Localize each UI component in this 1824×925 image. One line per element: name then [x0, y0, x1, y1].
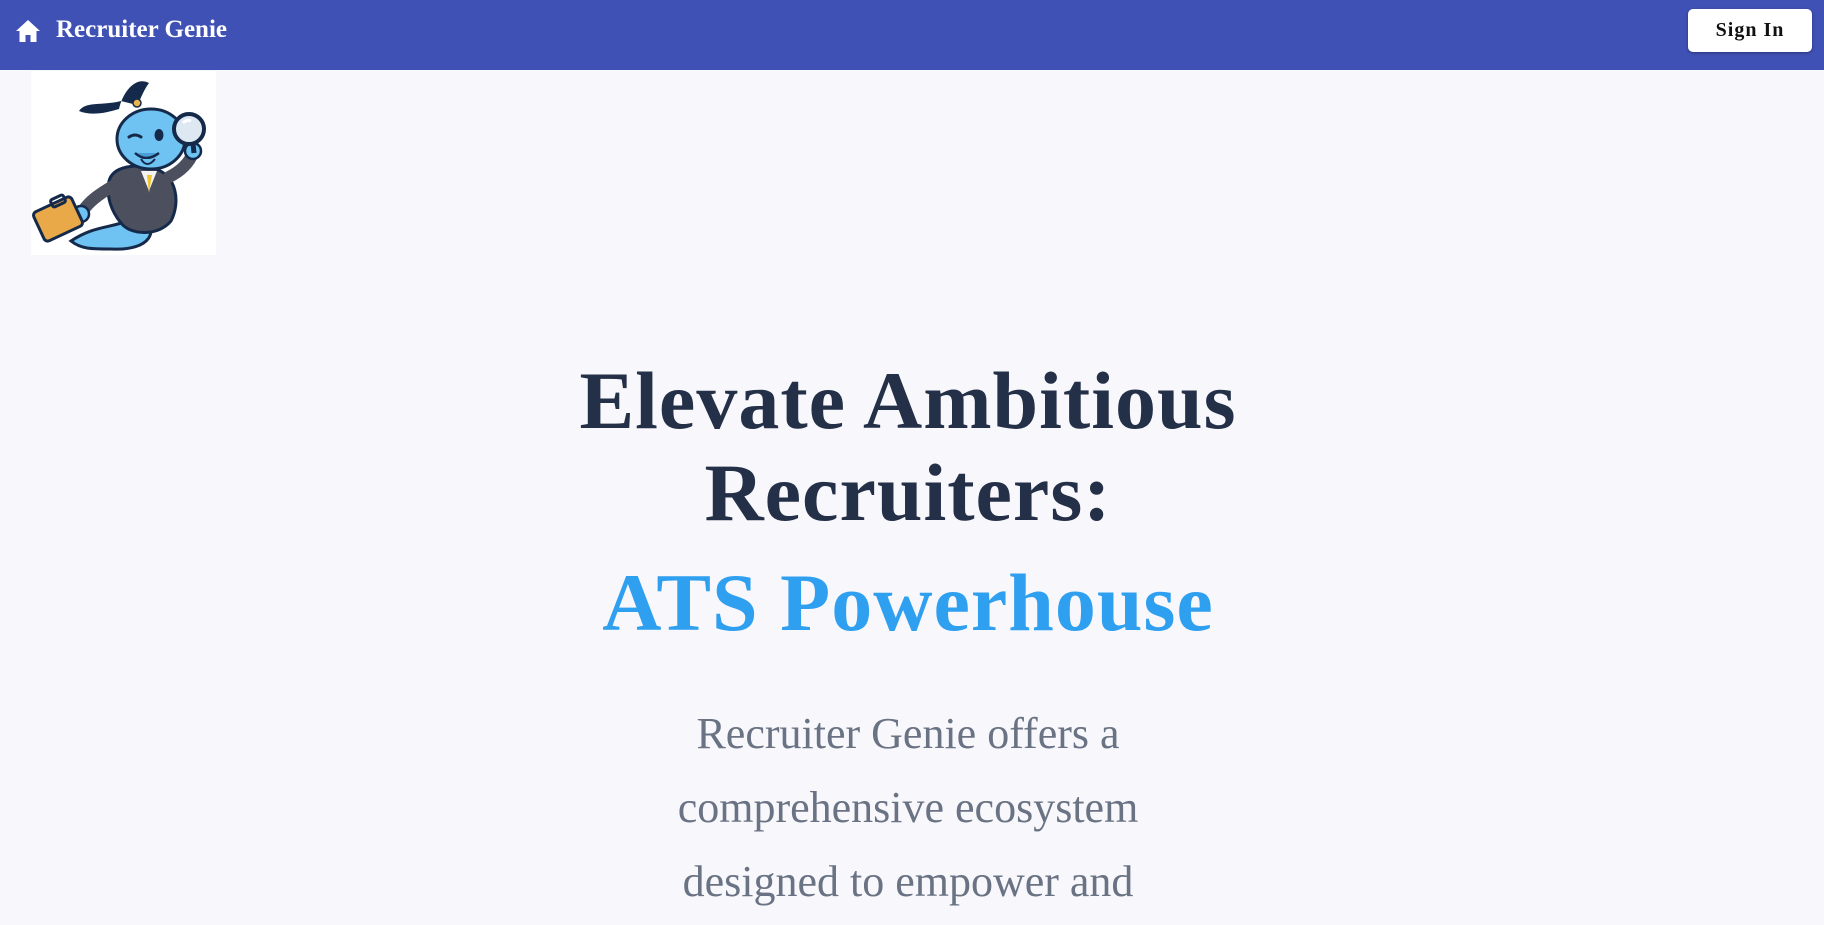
hero-description-line-1: Recruiter Genie offers a: [696, 709, 1120, 758]
hero-description-line-3: designed to empower and: [682, 857, 1134, 906]
sign-in-button[interactable]: Sign In: [1688, 9, 1812, 52]
home-icon: [16, 20, 40, 42]
hero-section: Elevate Ambitious Recruiters: ATS Powerh…: [0, 355, 1816, 919]
genie-mascot-logo: [31, 71, 216, 255]
brand-title[interactable]: Recruiter Genie: [56, 14, 227, 46]
home-button[interactable]: [14, 17, 42, 45]
hero-description: Recruiter Genie offers a comprehensive e…: [628, 697, 1188, 919]
top-app-bar: Recruiter Genie Sign In: [0, 0, 1824, 70]
hero-headline-line-1: Elevate Ambitious: [579, 355, 1237, 446]
hero-description-line-2: comprehensive ecosystem: [677, 783, 1139, 832]
hero-headline: Elevate Ambitious Recruiters:: [0, 355, 1816, 539]
hero-headline-line-2: Recruiters:: [704, 447, 1112, 538]
hero-accent-title: ATS Powerhouse: [602, 557, 1214, 648]
